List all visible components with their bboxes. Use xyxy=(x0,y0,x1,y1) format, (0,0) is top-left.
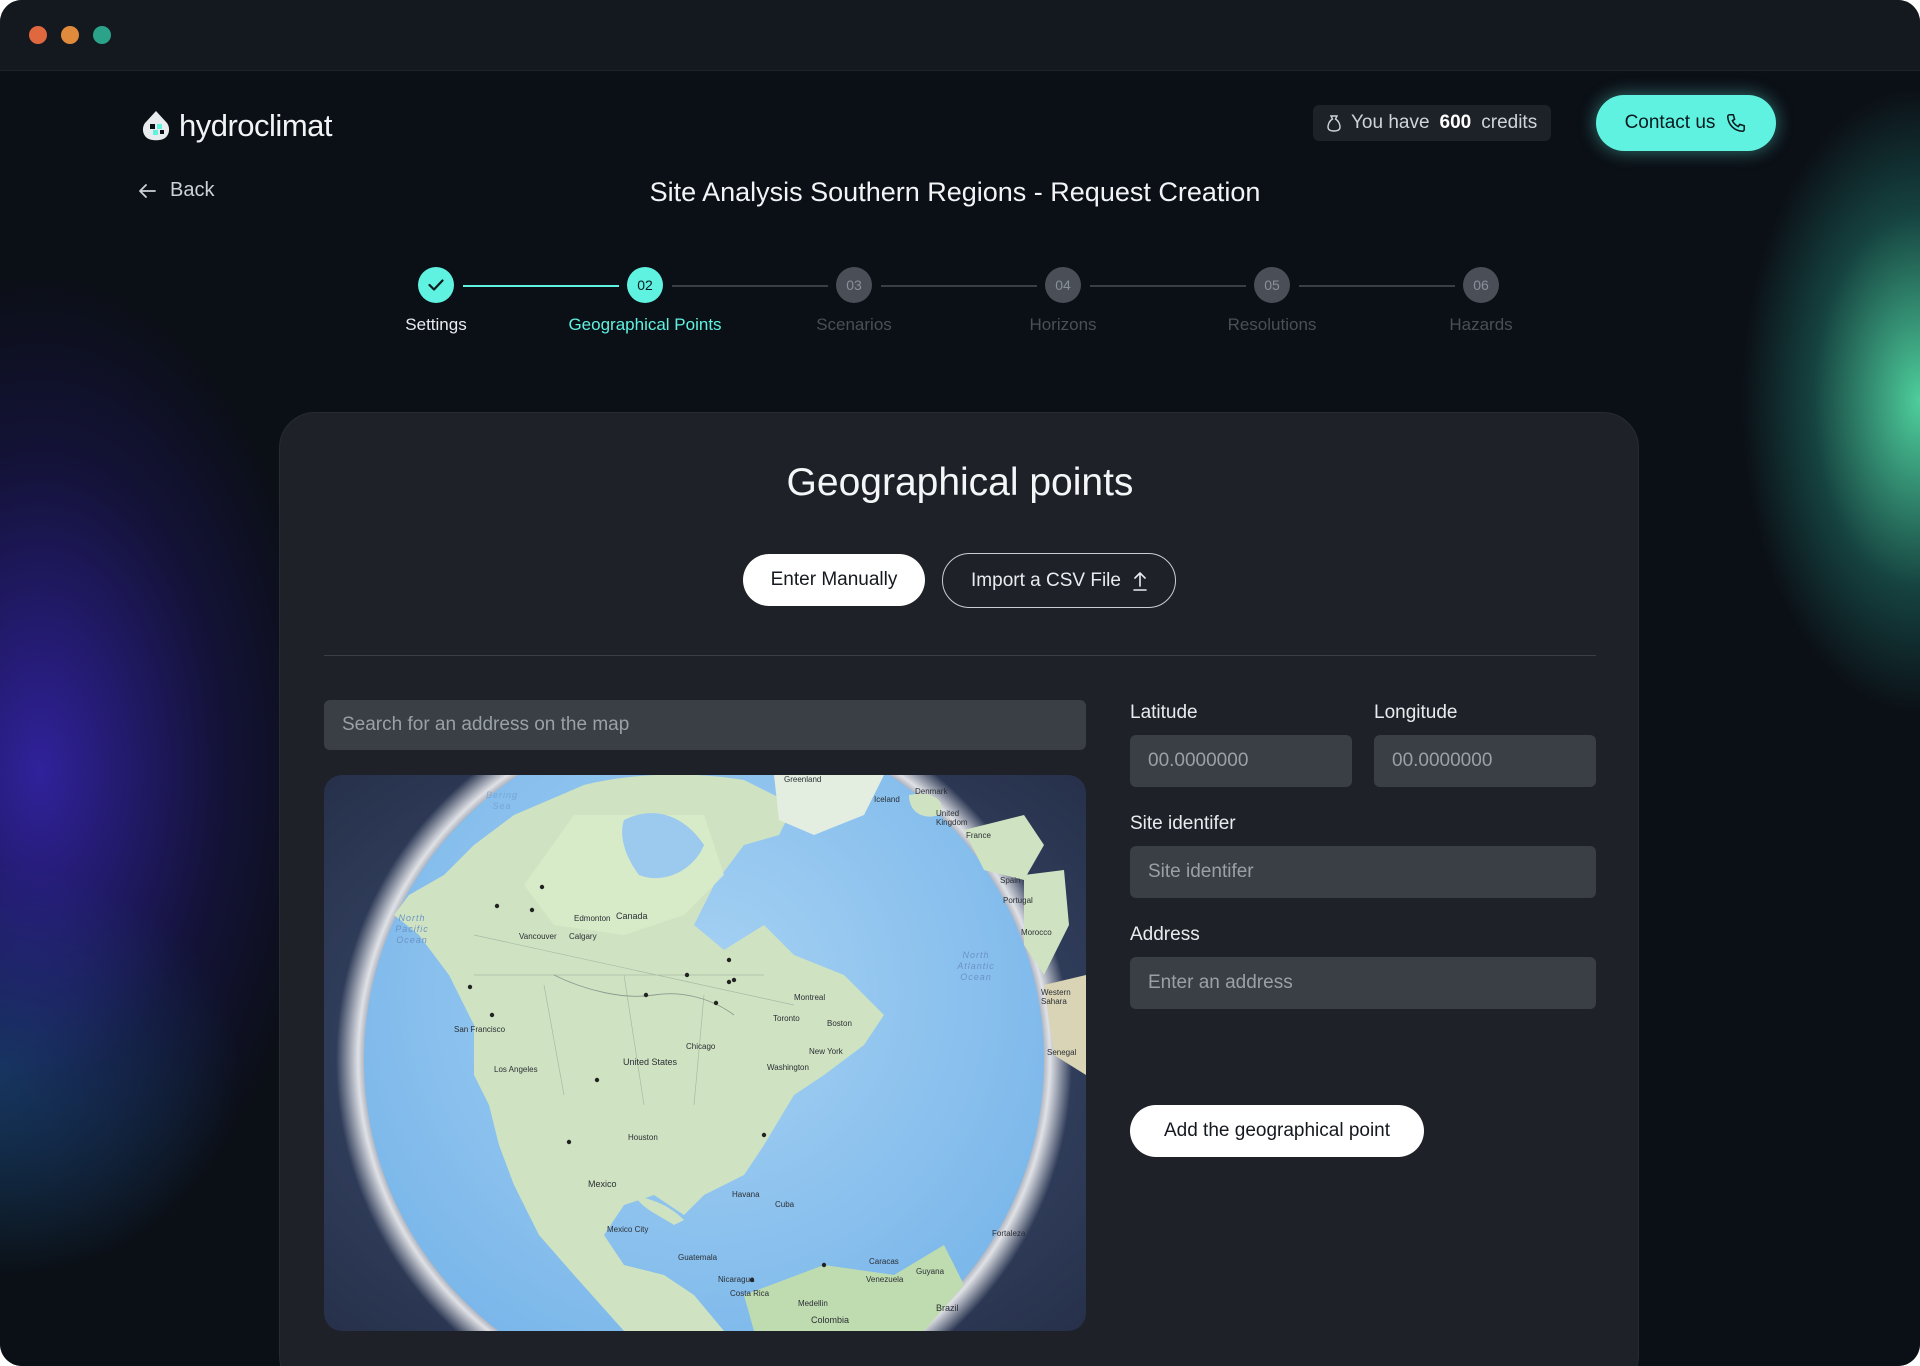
brand-logo[interactable]: hydroclimat xyxy=(141,106,333,146)
map-label-san-francisco: San Francisco xyxy=(454,1025,506,1034)
progress-stepper: Settings 02 Geographical Points 03 Scena… xyxy=(0,267,1920,358)
window-titlebar xyxy=(0,0,1920,71)
map-label-medellin: Medellin xyxy=(798,1299,828,1308)
import-csv-button[interactable]: Import a CSV File xyxy=(942,553,1176,608)
map-label-united-states: United States xyxy=(623,1057,678,1067)
map-label-north-atlantic: North Atlantic Ocean xyxy=(957,950,995,982)
longitude-input[interactable] xyxy=(1374,735,1596,787)
step-geographical-points-number: 02 xyxy=(627,267,663,303)
address-input[interactable] xyxy=(1130,957,1596,1009)
map-label-costa-rica: Costa Rica xyxy=(730,1289,770,1298)
map-label-houston: Houston xyxy=(628,1133,658,1142)
map-label-greenland: Greenland xyxy=(784,775,822,784)
browser-window: hydroclimat You have 600 credits Contact u… xyxy=(0,0,1920,1366)
credits-badge: You have 600 credits xyxy=(1313,105,1552,141)
map-label-portugal: Portugal xyxy=(1003,896,1033,905)
map-label-boston: Boston xyxy=(827,1019,852,1028)
phone-icon xyxy=(1727,113,1746,133)
map-label-havana: Havana xyxy=(732,1190,760,1199)
upload-icon xyxy=(1133,571,1147,591)
map-label-spain: Spain xyxy=(1000,876,1021,885)
map-label-brazil: Brazil xyxy=(936,1303,959,1313)
globe-map-graphic xyxy=(336,775,1086,1331)
map-label-bering-sea: Bering Sea xyxy=(485,790,518,811)
page-title: Site Analysis Southern Regions - Request… xyxy=(649,177,1261,207)
import-csv-label: Import a CSV File xyxy=(971,569,1121,591)
map-label-western-sahara: Western Sahara xyxy=(1041,988,1071,1006)
map-label-guyana: Guyana xyxy=(916,1267,945,1276)
map-address-search-input[interactable] xyxy=(324,700,1086,750)
map-label-canada: Canada xyxy=(616,911,648,921)
address-label: Address xyxy=(1130,924,1200,945)
map-label-north-pacific: North Pacific Ocean xyxy=(395,913,429,945)
map-label-montreal: Montreal xyxy=(794,993,826,1002)
enter-manually-button[interactable]: Enter Manually xyxy=(743,554,925,606)
coin-bag-icon xyxy=(1327,114,1341,132)
check-icon xyxy=(428,279,444,291)
hydroclimat-logo-icon xyxy=(142,111,170,141)
latitude-input[interactable] xyxy=(1130,735,1352,787)
maximize-window-icon[interactable] xyxy=(93,26,111,44)
map-label-edmonton: Edmonton xyxy=(574,914,611,923)
step-geographical-points[interactable]: 02 Geographical Points xyxy=(545,267,745,335)
close-window-icon[interactable] xyxy=(29,26,47,44)
map-label-vancouver: Vancouver xyxy=(519,932,557,941)
step-geographical-points-label: Geographical Points xyxy=(568,315,722,334)
step-scenarios[interactable]: 03 Scenarios xyxy=(754,267,954,335)
map-label-mexico-city: Mexico City xyxy=(607,1225,649,1234)
map-label-uk: United Kingdom xyxy=(936,809,968,827)
map-label-nicaragua: Nicaragua xyxy=(718,1275,755,1284)
step-horizons[interactable]: 04 Horizons xyxy=(963,267,1163,335)
minimize-window-icon[interactable] xyxy=(61,26,79,44)
map-label-colombia: Colombia xyxy=(811,1315,850,1325)
map-label-senegal: Senegal xyxy=(1047,1048,1077,1057)
app-page: hydroclimat You have 600 credits Contact u… xyxy=(0,71,1920,1366)
map-label-mexico: Mexico xyxy=(588,1179,617,1189)
step-hazards-number: 06 xyxy=(1463,267,1499,303)
step-resolutions-number: 05 xyxy=(1254,267,1290,303)
map-label-guatemala: Guatemala xyxy=(678,1253,718,1262)
site-identifier-label: Site identifer xyxy=(1130,813,1236,834)
step-scenarios-label: Scenarios xyxy=(816,315,892,334)
map-label-denmark: Denmark xyxy=(915,787,948,796)
map-label-calgary: Calgary xyxy=(569,932,597,941)
map-label-iceland: Iceland xyxy=(874,795,900,804)
section-divider xyxy=(324,655,1596,656)
step-scenarios-number: 03 xyxy=(836,267,872,303)
step-settings-circle xyxy=(418,267,454,303)
map-label-morocco: Morocco xyxy=(1021,928,1052,937)
map-label-toronto: Toronto xyxy=(773,1014,800,1023)
map-label-caracas: Caracas xyxy=(869,1257,899,1266)
add-geographical-point-button[interactable]: Add the geographical point xyxy=(1130,1105,1424,1157)
step-hazards-label: Hazards xyxy=(1449,315,1513,334)
map-label-new-york: New York xyxy=(809,1047,843,1056)
contact-us-label: Contact us xyxy=(1624,112,1716,133)
map-label-chicago: Chicago xyxy=(686,1042,716,1051)
longitude-label: Longitude xyxy=(1374,702,1458,723)
site-identifier-input[interactable] xyxy=(1130,846,1596,898)
step-resolutions[interactable]: 05 Resolutions xyxy=(1172,267,1372,335)
contact-us-button[interactable]: Contact us xyxy=(1596,95,1776,151)
world-map[interactable]: Greenland Iceland Denmark United Kingdom… xyxy=(324,775,1086,1331)
step-horizons-number: 04 xyxy=(1045,267,1081,303)
geographical-points-card: Geographical points Enter Manually Impor… xyxy=(279,412,1639,1366)
map-label-washington: Washington xyxy=(767,1063,809,1072)
step-settings-label: Settings xyxy=(405,315,467,334)
brand-name: hydroclimat xyxy=(179,108,333,143)
credits-prefix: You have xyxy=(1351,112,1430,133)
card-title: Geographical points xyxy=(786,461,1134,504)
step-resolutions-label: Resolutions xyxy=(1227,315,1317,334)
credits-suffix: credits xyxy=(1481,112,1538,133)
credits-amount: 600 xyxy=(1439,112,1472,133)
map-label-fortaleza: Fortaleza xyxy=(992,1229,1026,1238)
step-hazards[interactable]: 06 Hazards xyxy=(1381,267,1581,335)
map-label-los-angeles: Los Angeles xyxy=(494,1065,538,1074)
latitude-label: Latitude xyxy=(1130,702,1198,723)
map-label-france: France xyxy=(966,831,991,840)
map-label-cuba: Cuba xyxy=(775,1200,795,1209)
step-settings[interactable]: Settings xyxy=(336,267,536,335)
step-horizons-label: Horizons xyxy=(1029,315,1097,334)
map-label-venezuela: Venezuela xyxy=(866,1275,904,1284)
